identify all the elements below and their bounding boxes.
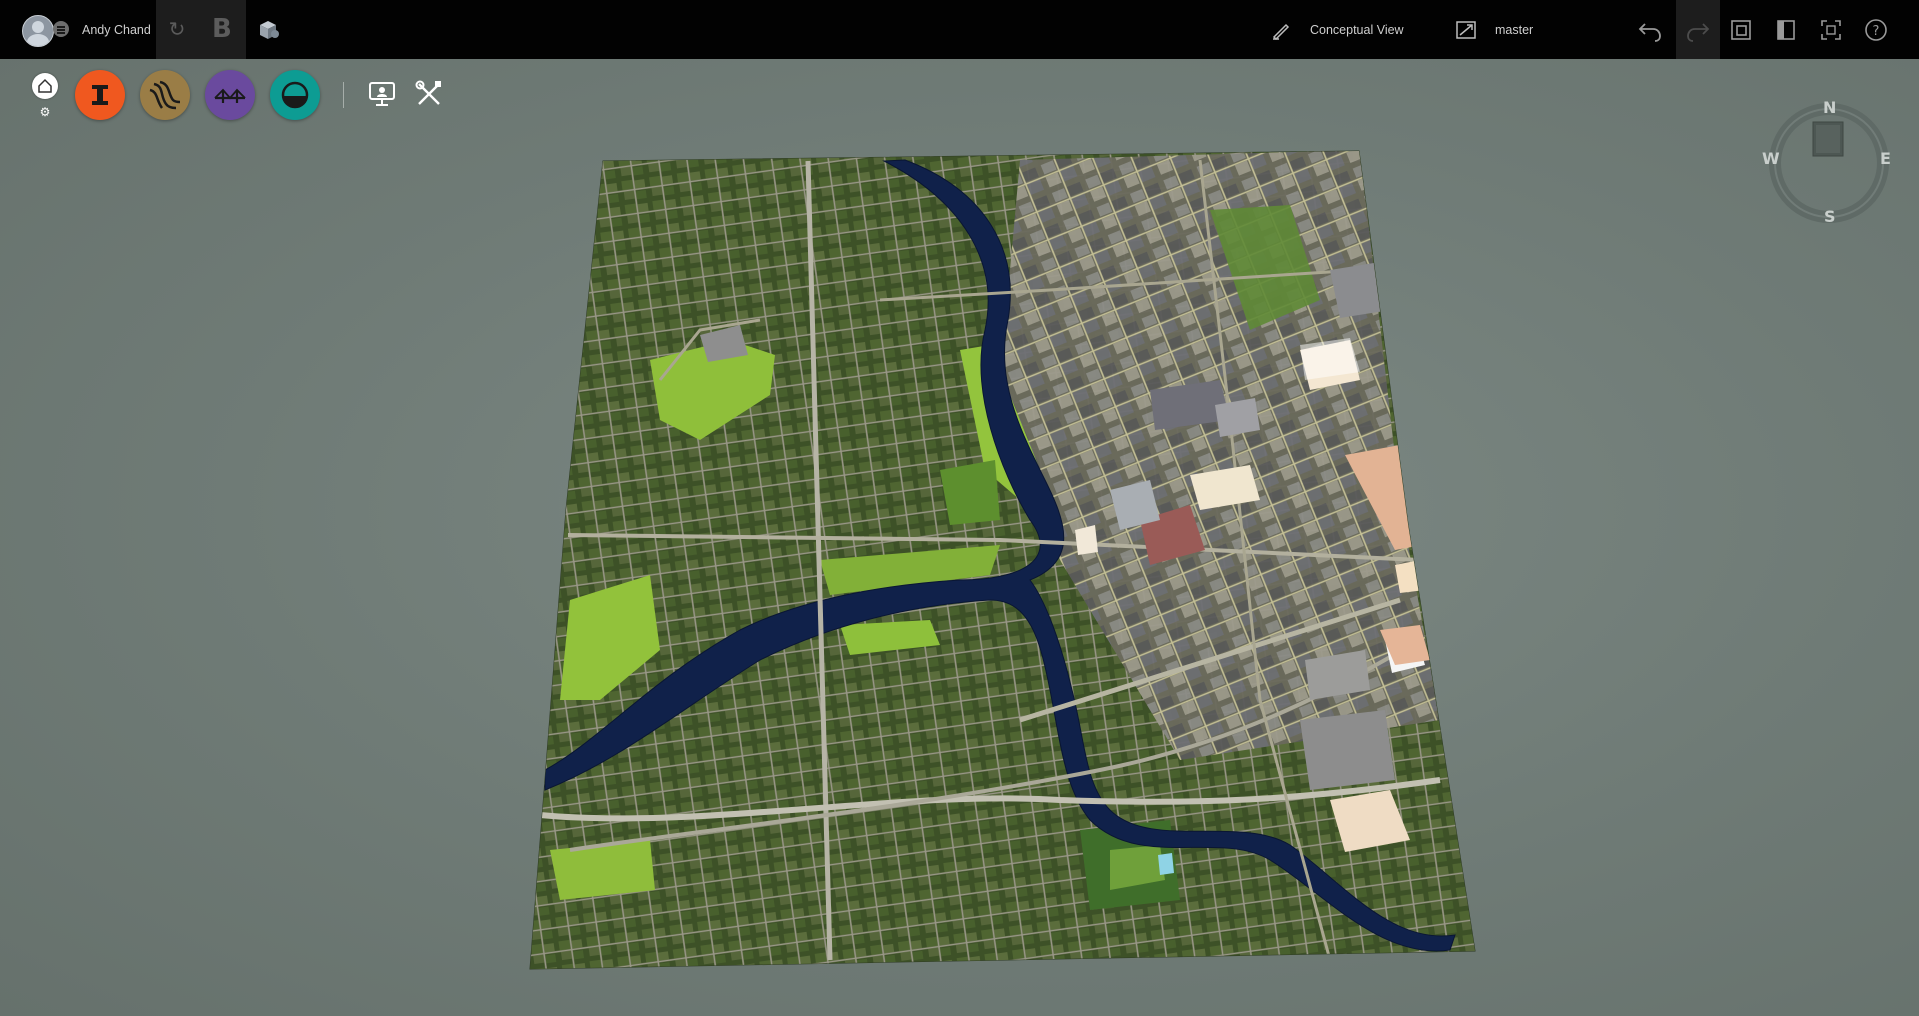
- toolbar-divider: [343, 82, 344, 108]
- tools-icon[interactable]: [413, 78, 445, 110]
- branch-icon[interactable]: [1455, 20, 1477, 40]
- road-icon: [149, 80, 181, 110]
- user-avatar[interactable]: [22, 15, 54, 47]
- layers-icon[interactable]: [1727, 16, 1755, 44]
- help-icon[interactable]: ?: [1862, 16, 1890, 44]
- 3d-map-viewport[interactable]: [0, 0, 1919, 1016]
- user-name[interactable]: Andy Chand: [82, 23, 151, 37]
- i-beam-icon: [92, 85, 108, 105]
- navigation-compass[interactable]: N S E W: [1762, 98, 1892, 226]
- svg-text:?: ?: [1873, 24, 1880, 39]
- bridge-icon: [214, 88, 246, 103]
- bentley-b-icon[interactable]: B: [212, 14, 236, 44]
- home-icon: [38, 78, 52, 93]
- 3d-model-icon[interactable]: [256, 19, 280, 41]
- structure-tool-button[interactable]: [75, 70, 125, 120]
- sync-icon[interactable]: ↻: [166, 19, 188, 41]
- hamburger-menu-icon[interactable]: [53, 21, 69, 37]
- redo-icon[interactable]: [1684, 16, 1712, 44]
- home-button[interactable]: [32, 73, 58, 99]
- water-icon: [281, 81, 309, 109]
- fullscreen-icon[interactable]: [1817, 16, 1845, 44]
- compass-south[interactable]: S: [1824, 207, 1836, 226]
- undo-icon[interactable]: [1636, 16, 1664, 44]
- branch-label[interactable]: master: [1495, 23, 1533, 37]
- water-tool-button[interactable]: [270, 70, 320, 120]
- presentation-icon[interactable]: [366, 78, 398, 110]
- road-tool-button[interactable]: [140, 70, 190, 120]
- panel-icon[interactable]: [1772, 16, 1800, 44]
- bridge-tool-button[interactable]: [205, 70, 255, 120]
- gear-icon[interactable]: ⚙: [39, 106, 51, 118]
- compass-east[interactable]: E: [1880, 149, 1891, 168]
- compass-west[interactable]: W: [1762, 149, 1780, 168]
- compass-north[interactable]: N: [1823, 98, 1836, 117]
- top-bar: Andy Chand ↻ B Conceptual View master ?: [0, 0, 1919, 59]
- pencil-view-icon[interactable]: [1271, 20, 1291, 40]
- app-window: Andy Chand ↻ B Conceptual View master ? …: [0, 0, 1919, 1016]
- view-mode-label[interactable]: Conceptual View: [1310, 23, 1404, 37]
